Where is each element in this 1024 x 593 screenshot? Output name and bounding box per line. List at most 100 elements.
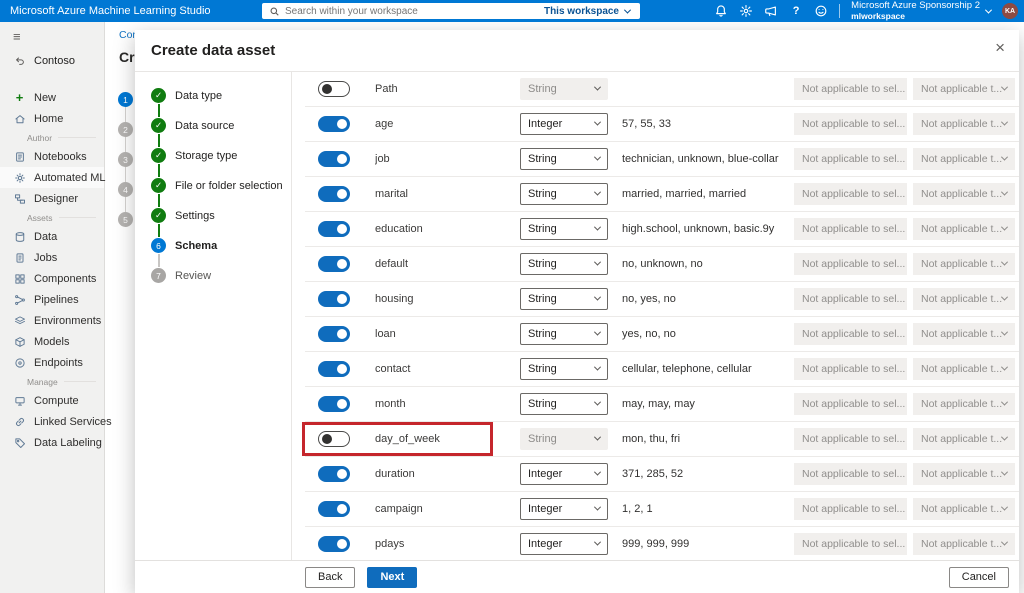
include-column-toggle[interactable]	[318, 116, 350, 132]
sidebar-item-notebooks[interactable]: Notebooks	[0, 146, 104, 167]
type-dropdown: String	[520, 78, 608, 100]
app-title[interactable]: Microsoft Azure Machine Learning Studio	[10, 0, 211, 22]
include-column-toggle[interactable]	[318, 431, 350, 447]
sidebar-item-data[interactable]: Data	[0, 226, 104, 247]
dialog-title: Create data asset	[151, 42, 275, 59]
search-scope-dropdown[interactable]: This workspace	[534, 3, 640, 19]
wizard-step-schema[interactable]: 6 Schema	[151, 238, 291, 253]
left-nav: ≡ Contoso + New Home Author Notebooks Au…	[0, 22, 105, 593]
type-dropdown[interactable]: String	[520, 358, 608, 380]
not-applicable-dropdown: Not applicable t...	[913, 428, 1015, 450]
not-applicable-input: Not applicable to sel...	[794, 323, 907, 345]
background-wizard-steps: 12345	[118, 92, 133, 227]
not-applicable-dropdown: Not applicable t...	[913, 183, 1015, 205]
sidebar-item-designer[interactable]: Designer	[0, 188, 104, 209]
sample-values: 999, 999, 999	[622, 538, 794, 550]
type-dropdown[interactable]: String	[520, 218, 608, 240]
not-applicable-input: Not applicable to sel...	[794, 498, 907, 520]
chevron-down-icon	[1001, 83, 1008, 90]
type-dropdown[interactable]: String	[520, 393, 608, 415]
check-icon: ✓	[151, 178, 166, 193]
chevron-down-icon	[594, 153, 601, 160]
include-column-toggle[interactable]	[318, 361, 350, 377]
avatar[interactable]: KA	[1002, 3, 1018, 19]
step-connector	[125, 167, 126, 182]
type-dropdown[interactable]: String	[520, 253, 608, 275]
include-column-toggle[interactable]	[318, 186, 350, 202]
step-connector	[158, 104, 160, 117]
sidebar-item-pipelines[interactable]: Pipelines	[0, 289, 104, 310]
background-step-circle: 1	[118, 92, 133, 107]
chevron-down-icon	[594, 293, 601, 300]
pipelines-icon	[13, 293, 26, 306]
sidebar-item-components[interactable]: Components	[0, 268, 104, 289]
search-input[interactable]	[285, 6, 534, 17]
megaphone-icon[interactable]	[764, 4, 778, 18]
help-icon[interactable]: ?	[789, 4, 803, 18]
hamburger-menu-icon[interactable]: ≡	[0, 22, 104, 43]
chevron-down-icon	[1001, 223, 1008, 230]
type-dropdown[interactable]: String	[520, 183, 608, 205]
sidebar-item-linked-services[interactable]: Linked Services	[0, 411, 104, 432]
next-button[interactable]: Next	[367, 567, 417, 588]
wizard-step-data-type[interactable]: ✓ Data type	[151, 88, 291, 103]
org-switcher[interactable]: Contoso	[0, 43, 104, 67]
sidebar-item-endpoints[interactable]: Endpoints	[0, 352, 104, 373]
type-dropdown[interactable]: Integer	[520, 498, 608, 520]
wizard-step-file-or-folder-selection[interactable]: ✓ File or folder selection	[151, 178, 291, 193]
back-button[interactable]: Back	[305, 567, 355, 588]
dialog-footer: Back Next Cancel	[135, 560, 1019, 593]
not-applicable-input: Not applicable to sel...	[794, 183, 907, 205]
type-dropdown[interactable]: Integer	[520, 113, 608, 135]
type-dropdown[interactable]: Integer	[520, 463, 608, 485]
column-name: Path	[375, 83, 520, 95]
sidebar-item-environments[interactable]: Environments	[0, 310, 104, 331]
gear-icon[interactable]	[739, 4, 753, 18]
wizard-step-data-source[interactable]: ✓ Data source	[151, 118, 291, 133]
type-dropdown[interactable]: String	[520, 323, 608, 345]
workspace-name: mlworkspace	[851, 12, 980, 21]
top-bar: Microsoft Azure Machine Learning Studio …	[0, 0, 1024, 22]
include-column-toggle[interactable]	[318, 536, 350, 552]
sidebar-item-compute[interactable]: Compute	[0, 390, 104, 411]
include-column-toggle[interactable]	[318, 466, 350, 482]
background-step-circle: 5	[118, 212, 133, 227]
new-icon: +	[13, 91, 26, 104]
sidebar-item-models[interactable]: Models	[0, 331, 104, 352]
type-dropdown[interactable]: String	[520, 288, 608, 310]
not-applicable-input: Not applicable to sel...	[794, 113, 907, 135]
not-applicable-input: Not applicable to sel...	[794, 428, 907, 450]
include-column-toggle[interactable]	[318, 501, 350, 517]
wizard-step-review[interactable]: 7 Review	[151, 268, 291, 283]
data-labeling-icon	[13, 436, 26, 449]
type-dropdown[interactable]: String	[520, 148, 608, 170]
sidebar-item-automated-ml[interactable]: Automated ML	[0, 167, 104, 188]
not-applicable-dropdown: Not applicable t...	[913, 358, 1015, 380]
wizard-step-storage-type[interactable]: ✓ Storage type	[151, 148, 291, 163]
sidebar-item-jobs[interactable]: Jobs	[0, 247, 104, 268]
include-column-toggle[interactable]	[318, 291, 350, 307]
include-column-toggle[interactable]	[318, 326, 350, 342]
automated-ml-icon	[13, 171, 26, 184]
sidebar-item-new[interactable]: + New	[0, 87, 104, 108]
account-menu[interactable]: Microsoft Azure Sponsorship 2 mlworkspac…	[851, 1, 991, 21]
type-dropdown[interactable]: Integer	[520, 533, 608, 555]
feedback-icon[interactable]	[814, 4, 828, 18]
include-column-toggle[interactable]	[318, 396, 350, 412]
wizard-step-settings[interactable]: ✓ Settings	[151, 208, 291, 223]
include-column-toggle[interactable]	[318, 256, 350, 272]
bell-icon[interactable]	[714, 4, 728, 18]
sidebar-item-home[interactable]: Home	[0, 108, 104, 129]
chevron-down-icon	[594, 188, 601, 195]
include-column-toggle[interactable]	[318, 221, 350, 237]
search-icon	[269, 6, 280, 17]
close-icon[interactable]: ×	[995, 39, 1005, 56]
include-column-toggle[interactable]	[318, 151, 350, 167]
cancel-button[interactable]: Cancel	[949, 567, 1009, 588]
include-column-toggle[interactable]	[318, 81, 350, 97]
org-name: Contoso	[34, 55, 75, 67]
sample-values: technician, unknown, blue-collar	[622, 153, 794, 165]
schema-row: marital String married, married, married…	[305, 177, 1019, 212]
step-state-icon: 6	[151, 238, 166, 253]
sidebar-item-data-labeling[interactable]: Data Labeling	[0, 432, 104, 453]
